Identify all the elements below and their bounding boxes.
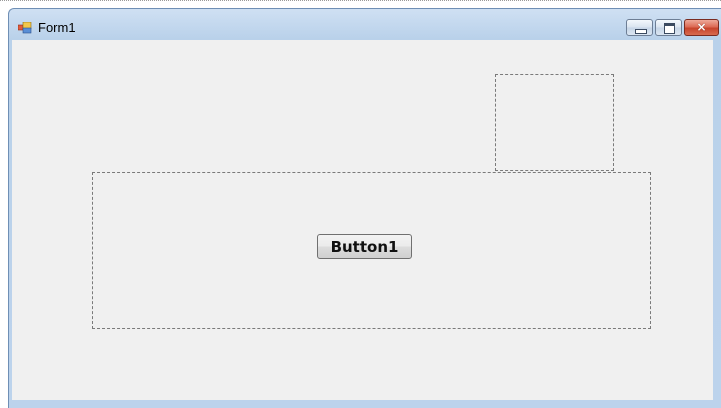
button1[interactable]: Button1	[317, 234, 412, 259]
maximize-button[interactable]	[655, 19, 682, 36]
caption-buttons: ×	[626, 19, 719, 38]
minimize-button[interactable]	[626, 19, 653, 36]
title-bar[interactable]: Form1 ×	[9, 9, 721, 41]
close-icon: ×	[696, 20, 707, 34]
panel-small	[495, 74, 614, 171]
top-dotted-border	[0, 0, 721, 3]
winforms-app-icon	[17, 21, 32, 34]
maximize-icon	[664, 23, 675, 34]
minimize-icon	[635, 29, 647, 34]
close-button[interactable]: ×	[684, 19, 719, 36]
window-title: Form1	[38, 20, 76, 35]
